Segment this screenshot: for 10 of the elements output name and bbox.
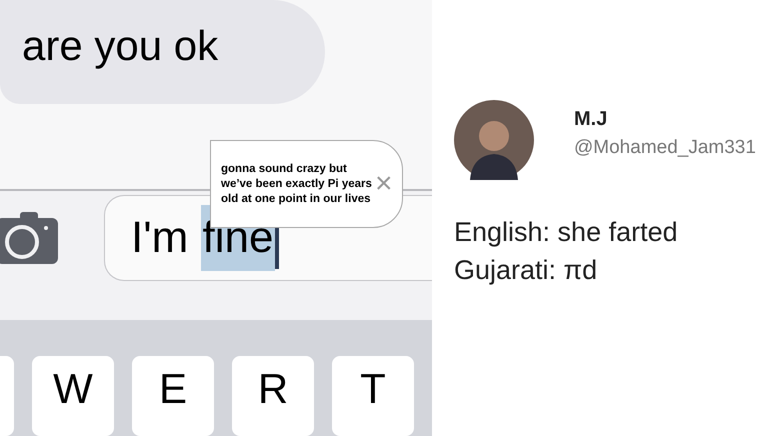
tweet-text: Gujarati: πd (454, 254, 598, 286)
message-bubble: are you ok (0, 0, 325, 104)
keyboard-key[interactable]: T (332, 356, 414, 436)
user-name: M.J (574, 106, 608, 132)
user-handle: @Mohamed_Jam331 (574, 136, 756, 160)
tweet-text: English: she farted (454, 216, 679, 248)
keyboard-key[interactable]: E (132, 356, 214, 436)
keyboard-key[interactable]: W (32, 356, 114, 436)
camera-icon[interactable] (0, 210, 58, 266)
keyboard-key[interactable]: R (232, 356, 314, 436)
